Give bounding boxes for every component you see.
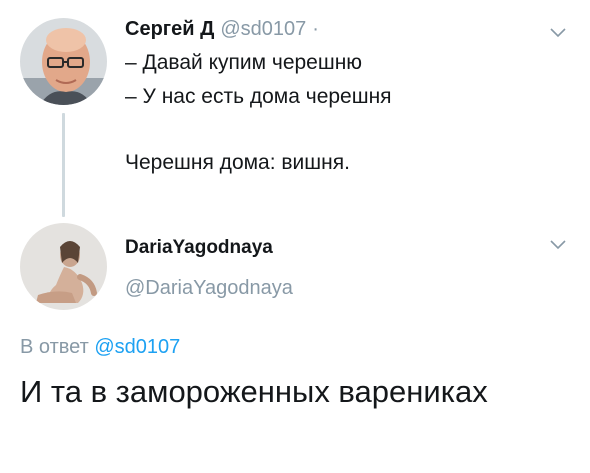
tweet-1-header: Сергей Д @sd0107 · — [125, 18, 319, 42]
avatar-photo-icon — [20, 223, 107, 310]
tweet-1-line: – У нас есть дома черешня — [125, 85, 392, 108]
author-handle[interactable]: @DariaYagodnaya — [125, 276, 293, 300]
reply-context: В ответ @sd0107 — [20, 334, 180, 360]
tweet-1-line: – Давай купим черешню — [125, 51, 363, 74]
author-name[interactable]: Сергей Д — [125, 18, 214, 41]
tweet-2-text: И та в замороженных варениках — [20, 374, 488, 409]
thread-connector-line — [62, 113, 65, 217]
avatar-daria[interactable] — [20, 223, 107, 310]
reply-prefix: В ответ — [20, 336, 89, 358]
reply-mention-link[interactable]: @sd0107 — [94, 336, 180, 358]
chevron-down-icon[interactable] — [550, 240, 566, 250]
chevron-down-icon[interactable] — [550, 28, 566, 38]
author-handle[interactable]: @sd0107 — [220, 18, 306, 41]
avatar-sergey[interactable] — [20, 18, 107, 105]
separator-dot: · — [312, 18, 319, 40]
avatar-photo-icon — [20, 18, 107, 105]
author-name[interactable]: DariaYagodnaya — [125, 236, 273, 260]
tweet-1-line: Черешня дома: вишня. — [125, 151, 350, 174]
